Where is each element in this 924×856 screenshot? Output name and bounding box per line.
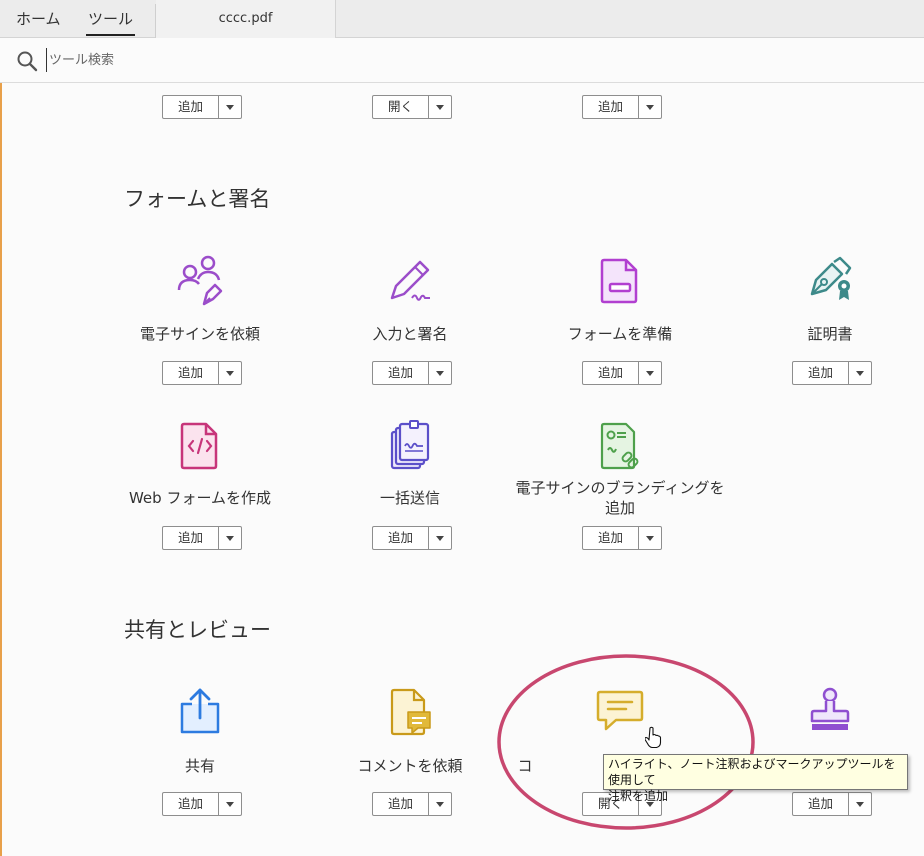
chevron-down-icon[interactable] [849, 362, 871, 384]
search-icon [17, 51, 38, 72]
add-button-label: 追加 [373, 527, 429, 549]
tab-home[interactable]: ホーム [16, 0, 61, 38]
window-edge [0, 0, 2, 856]
add-button-label: 追加 [163, 362, 219, 384]
tool-web-form[interactable]: Web フォームを作成 追加 [95, 420, 305, 560]
bulk-send-icon [390, 420, 430, 470]
fill-and-sign-icon [390, 260, 430, 301]
add-button-label: 追加 [163, 527, 219, 549]
tab-bar: ホーム ツール cccc.pdf [0, 0, 924, 38]
tool-signature-branding[interactable]: 電子サインのブランディングを 追加 追加 [515, 420, 725, 560]
add-button[interactable]: 追加 [162, 792, 242, 816]
tool-label-line1: 電子サインのブランディングを [515, 479, 725, 497]
tool-label: Web フォームを作成 [128, 489, 272, 507]
add-button-label: 追加 [793, 362, 849, 384]
chevron-down-icon[interactable] [639, 96, 661, 118]
search-input[interactable] [46, 48, 446, 72]
stamp-icon [810, 687, 850, 730]
tool-fill-and-sign[interactable]: 入力と署名 追加 [305, 254, 515, 394]
chevron-down-icon[interactable] [429, 96, 451, 118]
open-button-label: 開く [373, 96, 429, 118]
add-button-label: 追加 [583, 527, 639, 549]
tool-label: 入力と署名 [372, 325, 448, 343]
tool-prepare-form[interactable]: フォームを準備 追加 [515, 254, 725, 394]
annotation-ellipse [497, 654, 755, 830]
add-button-label: 追加 [163, 96, 219, 118]
tool-label: 共有 [184, 757, 215, 775]
chevron-down-icon[interactable] [639, 362, 661, 384]
tool-certificate[interactable]: 証明書 追加 [725, 254, 924, 394]
chevron-down-icon[interactable] [219, 793, 241, 815]
chevron-down-icon[interactable] [219, 362, 241, 384]
section-title-forms: フォームと署名 [124, 187, 271, 211]
tool-label: 電子サインを依頼 [139, 325, 260, 343]
signature-branding-icon [600, 422, 639, 470]
add-button[interactable]: 追加 [162, 526, 242, 550]
share-icon [180, 688, 220, 734]
add-button[interactable]: 追加 [582, 95, 662, 119]
certificate-icon [810, 256, 852, 300]
add-button[interactable]: 追加 [372, 792, 452, 816]
tool-request-signature[interactable]: 電子サインを依頼 追加 [95, 254, 305, 394]
add-button-label: 追加 [583, 362, 639, 384]
add-button-label: 追加 [163, 793, 219, 815]
chevron-down-icon[interactable] [639, 527, 661, 549]
tool-share[interactable]: 共有 追加 [95, 686, 305, 826]
chevron-down-icon[interactable] [219, 96, 241, 118]
tool-label: 一括送信 [379, 489, 440, 507]
chevron-down-icon[interactable] [219, 527, 241, 549]
section-title-share: 共有とレビュー [124, 618, 271, 642]
add-button-label: 追加 [583, 96, 639, 118]
request-signature-icon [177, 255, 223, 306]
tooltip-line1: ハイライト、ノート注釈およびマークアップツールを使用して [608, 757, 896, 787]
tab-document[interactable]: cccc.pdf [156, 0, 336, 38]
chevron-down-icon[interactable] [429, 527, 451, 549]
chevron-down-icon[interactable] [429, 793, 451, 815]
add-button[interactable]: 追加 [162, 361, 242, 385]
tool-label: フォームを準備 [567, 325, 673, 343]
prepare-form-icon [600, 258, 638, 304]
add-button[interactable]: 追加 [372, 361, 452, 385]
add-button[interactable]: 追加 [792, 361, 872, 385]
add-button[interactable]: 追加 [162, 95, 242, 119]
tool-label: 証明書 [807, 325, 853, 343]
add-button-label: 追加 [373, 793, 429, 815]
add-button[interactable]: 追加 [582, 361, 662, 385]
chevron-down-icon[interactable] [429, 362, 451, 384]
tooltip: ハイライト、ノート注釈およびマークアップツールを使用して 注釈を追加 [603, 754, 908, 803]
tool-label-line2: 追加 [604, 499, 635, 517]
hand-cursor-icon [645, 726, 662, 748]
add-button[interactable]: 追加 [582, 526, 662, 550]
add-button[interactable]: 追加 [372, 526, 452, 550]
tool-bulk-send[interactable]: 一括送信 追加 [305, 420, 515, 560]
web-form-icon [180, 422, 218, 470]
open-button[interactable]: 開く [372, 95, 452, 119]
tab-tools[interactable]: ツール [85, 0, 136, 38]
tooltip-line2: 注釈を追加 [608, 789, 669, 803]
search-bar [0, 38, 924, 83]
request-comments-icon [390, 688, 431, 736]
add-button-label: 追加 [373, 362, 429, 384]
